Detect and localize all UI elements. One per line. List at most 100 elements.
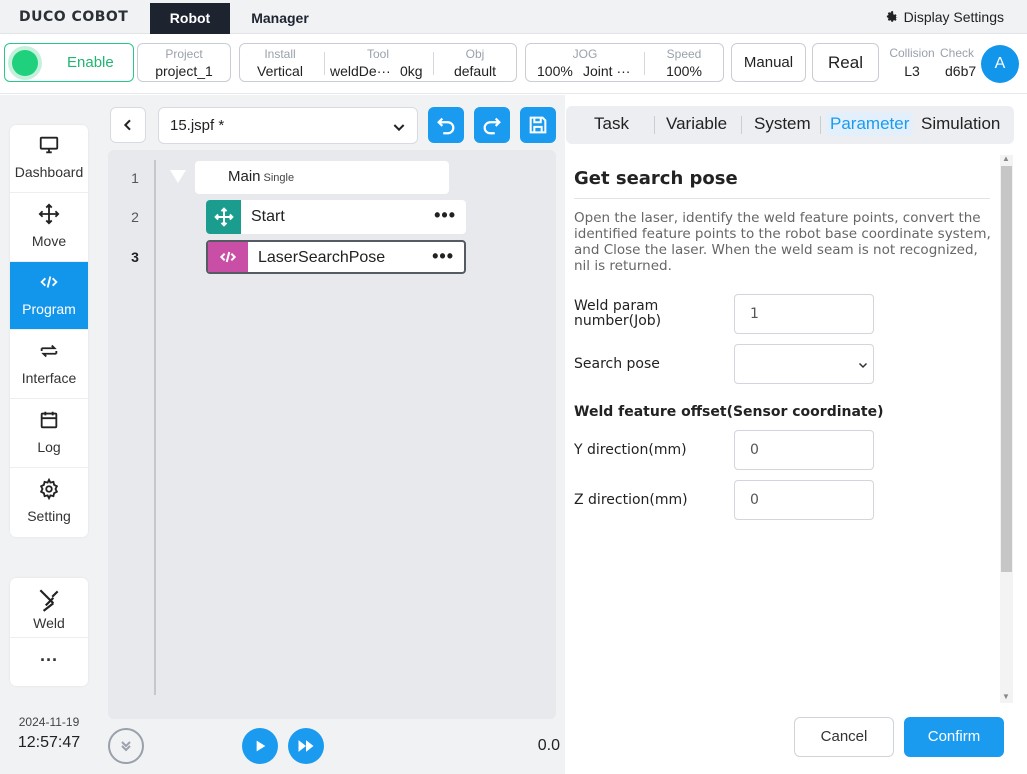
- gear-icon: [39, 478, 59, 500]
- clock-date: 2024-11-19: [18, 715, 80, 729]
- nav-more-button[interactable]: ···: [10, 638, 88, 686]
- install-value: Vertical: [257, 63, 303, 79]
- main-block[interactable]: Main Single: [195, 161, 449, 194]
- tab-parameter[interactable]: Parameter: [826, 112, 914, 136]
- tab-variable[interactable]: Variable: [666, 114, 727, 134]
- status-bar: Enable Project project_1 Install Vertica…: [0, 34, 1027, 94]
- step-down-button[interactable]: [108, 728, 144, 764]
- divider: [574, 198, 990, 199]
- nav-label: Weld: [33, 615, 65, 631]
- nav-item-program[interactable]: Program: [10, 262, 88, 330]
- nav-item-setting[interactable]: Setting: [10, 469, 88, 537]
- swap-icon: [40, 344, 58, 358]
- nav-item-move[interactable]: Move: [10, 194, 88, 262]
- job-label-line1: Weld param: [574, 298, 659, 314]
- job-label: Weld param number(Job): [574, 299, 661, 329]
- scroll-down-icon[interactable]: ▼: [1002, 692, 1010, 701]
- scrollbar-thumb[interactable]: [1001, 166, 1012, 572]
- display-settings-button[interactable]: Display Settings: [885, 9, 1004, 25]
- nav-item-dashboard[interactable]: Dashboard: [10, 125, 88, 193]
- monitor-icon: [39, 136, 59, 154]
- play-icon: [256, 740, 266, 752]
- gear-icon: [886, 11, 898, 22]
- z-direction-input[interactable]: [734, 480, 874, 520]
- fast-forward-button[interactable]: [288, 728, 324, 764]
- tool-weight: 0kg: [400, 63, 423, 79]
- tab-simulation[interactable]: Simulation: [921, 114, 1000, 134]
- file-name: 15.jspf *: [170, 117, 225, 134]
- back-button[interactable]: [110, 107, 146, 143]
- code-icon: [219, 251, 237, 263]
- move-icon: [213, 207, 234, 227]
- chevron-down-icon: [858, 362, 868, 369]
- jog-label: JOG: [572, 47, 598, 61]
- play-button[interactable]: [242, 728, 278, 764]
- jog-speed-box[interactable]: JOG 100% Joint ··· Speed 100%: [525, 43, 724, 82]
- check-label: Check: [940, 46, 975, 60]
- enable-indicator: [12, 50, 38, 76]
- line-number: 1: [131, 170, 139, 186]
- nav-label: Log: [37, 439, 61, 455]
- node-laser-search-pose[interactable]: LaserSearchPose •••: [206, 240, 466, 274]
- undo-button[interactable]: [428, 107, 464, 143]
- real-button[interactable]: Real: [812, 43, 879, 82]
- node-menu-button[interactable]: •••: [434, 205, 456, 226]
- cancel-button[interactable]: Cancel: [794, 717, 894, 757]
- project-value: project_1: [155, 63, 213, 79]
- line-number: 2: [131, 209, 139, 225]
- nav-item-log[interactable]: Log: [10, 400, 88, 468]
- y-direction-label: Y direction(mm): [574, 442, 687, 458]
- speed-value: 100%: [666, 63, 702, 79]
- job-number-input[interactable]: [734, 294, 874, 334]
- check-value: d6b7: [945, 63, 977, 79]
- enable-button[interactable]: Enable: [4, 43, 134, 82]
- job-label-line2: number(Job): [574, 313, 662, 329]
- nav-label: Program: [22, 301, 76, 317]
- obj-value: default: [453, 63, 497, 79]
- nav-label: Move: [31, 233, 67, 249]
- nav-item-weld[interactable]: Weld: [10, 578, 88, 638]
- panel-title: Get search pose: [574, 168, 738, 189]
- real-label: Real: [828, 53, 863, 72]
- weld-torch-icon: [39, 589, 59, 612]
- scroll-up-icon[interactable]: ▲: [1002, 154, 1010, 163]
- save-icon: [529, 116, 547, 134]
- jog-value: 100%: [537, 63, 573, 79]
- search-pose-select[interactable]: [734, 344, 874, 384]
- code-icon: [40, 276, 58, 288]
- line-number: 3: [131, 249, 139, 265]
- enable-label: Enable: [67, 54, 114, 71]
- install-tool-obj-box[interactable]: Install Vertical Tool weldDe··· 0kg Obj …: [239, 43, 517, 82]
- divider: [654, 116, 655, 134]
- search-pose-label: Search pose: [574, 356, 660, 372]
- collapse-triangle-icon[interactable]: [170, 170, 186, 183]
- divider: [741, 116, 742, 134]
- manual-button[interactable]: Manual: [731, 43, 806, 82]
- y-direction-input[interactable]: [734, 430, 874, 470]
- install-label: Install: [264, 47, 296, 61]
- confirm-button[interactable]: Confirm: [904, 717, 1004, 757]
- file-select[interactable]: 15.jspf *: [158, 107, 418, 144]
- manual-label: Manual: [743, 54, 794, 71]
- clock-time: 12:57:47: [17, 734, 81, 751]
- node-label: Start: [251, 208, 285, 225]
- node-menu-button[interactable]: •••: [432, 246, 454, 267]
- tab-system[interactable]: System: [754, 114, 811, 134]
- offset-heading: Weld feature offset(Sensor coordinate): [574, 404, 884, 420]
- fast-forward-icon: [298, 740, 314, 752]
- user-avatar[interactable]: A: [981, 45, 1019, 83]
- tool-label: Tool: [366, 47, 389, 61]
- tab-manager[interactable]: Manager: [234, 3, 326, 34]
- main-label: Main: [228, 168, 261, 185]
- main-tag: Single: [263, 172, 295, 184]
- tab-task[interactable]: Task: [594, 114, 629, 134]
- save-button[interactable]: [520, 107, 556, 143]
- display-settings-label: Display Settings: [903, 9, 1004, 25]
- nav-item-interface[interactable]: Interface: [10, 331, 88, 399]
- node-start[interactable]: Start •••: [206, 200, 466, 234]
- project-box[interactable]: Project project_1: [137, 43, 231, 82]
- redo-button[interactable]: [474, 107, 510, 143]
- tab-robot[interactable]: Robot: [150, 3, 230, 34]
- project-label: Project: [165, 47, 203, 61]
- double-chevron-down-icon: [121, 741, 131, 752]
